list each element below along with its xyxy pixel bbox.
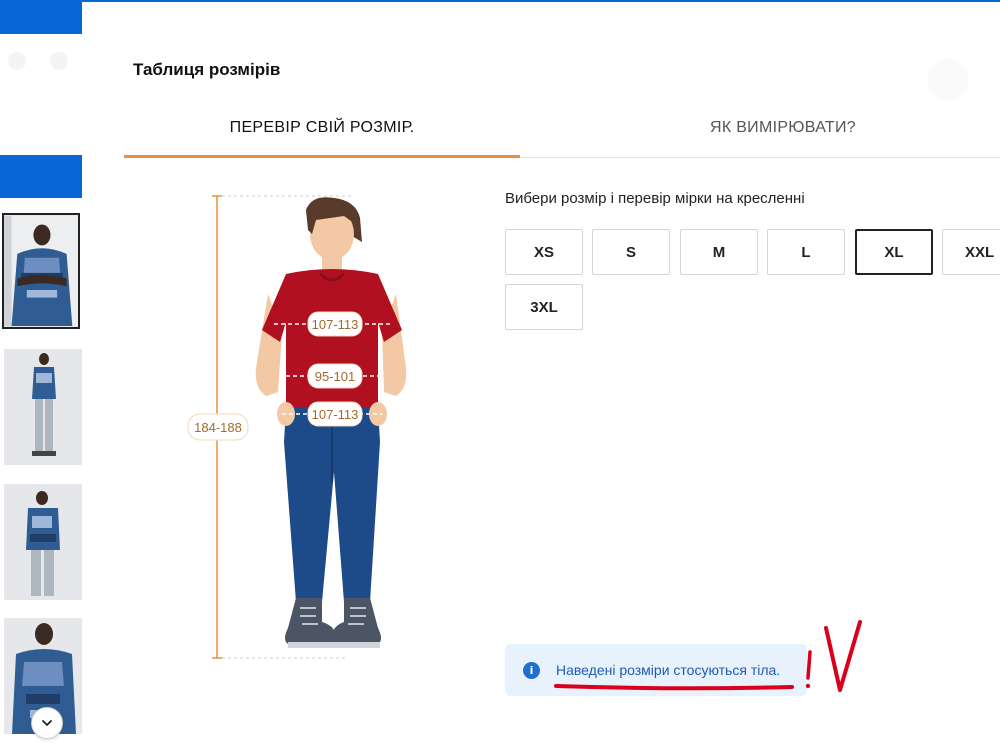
thumbnail-image: [4, 349, 82, 465]
modal-title: Таблиця розмірів: [133, 60, 281, 79]
gallery-blue-bar: [0, 155, 82, 198]
hips-measurement-label: 107-113: [312, 407, 359, 422]
thumbnail-2[interactable]: [4, 349, 82, 465]
height-measurement-label: 184-188: [194, 420, 242, 435]
gallery-icons: [8, 52, 82, 82]
faded-icon: [50, 52, 68, 70]
close-button[interactable]: [927, 59, 969, 101]
size-option-s[interactable]: S: [592, 229, 670, 275]
tab-how-to-measure[interactable]: ЯК ВИМІРЮВАТИ?: [520, 98, 1000, 158]
waist-measurement-label: 95-101: [315, 369, 355, 384]
active-tab-indicator: [124, 155, 520, 158]
info-icon: i: [523, 661, 540, 679]
size-option-3xl[interactable]: 3XL: [505, 284, 583, 330]
size-chart-tabs: ПЕРЕВІР СВІЙ РОЗМІР. ЯК ВИМІРЮВАТИ?: [124, 98, 1000, 158]
chevron-down-icon: [42, 720, 52, 726]
gallery-top-bar: [0, 0, 82, 34]
thumbnail-3[interactable]: [4, 484, 82, 600]
size-option-xxl[interactable]: XXL: [942, 229, 1000, 275]
size-option-l[interactable]: L: [767, 229, 845, 275]
thumbnail-image: [4, 215, 78, 327]
product-gallery: [0, 0, 82, 755]
body-measurement-figure: 107-113 95-101 107-113 184-188: [182, 182, 412, 672]
gallery-scroll-down-button[interactable]: [31, 707, 63, 739]
size-option-xl[interactable]: XL: [855, 229, 933, 275]
size-chart-modal: Таблиця розмірів ПЕРЕВІР СВІЙ РОЗМІР. ЯК…: [82, 0, 1000, 755]
tab-check-size[interactable]: ПЕРЕВІР СВІЙ РОЗМІР.: [124, 98, 520, 158]
chest-measurement-label: 107-113: [312, 317, 359, 332]
size-option-xs[interactable]: XS: [505, 229, 583, 275]
thumbnail-1[interactable]: [2, 213, 80, 329]
size-option-m[interactable]: M: [680, 229, 758, 275]
size-select-prompt: Вибери розмір і перевір мірки на креслен…: [505, 190, 805, 207]
faded-icon: [8, 52, 26, 70]
info-notice: i Наведені розміри стосуються тіла.: [505, 644, 807, 696]
thumbnail-image: [4, 484, 82, 600]
info-notice-text: Наведені розміри стосуються тіла.: [556, 662, 781, 678]
